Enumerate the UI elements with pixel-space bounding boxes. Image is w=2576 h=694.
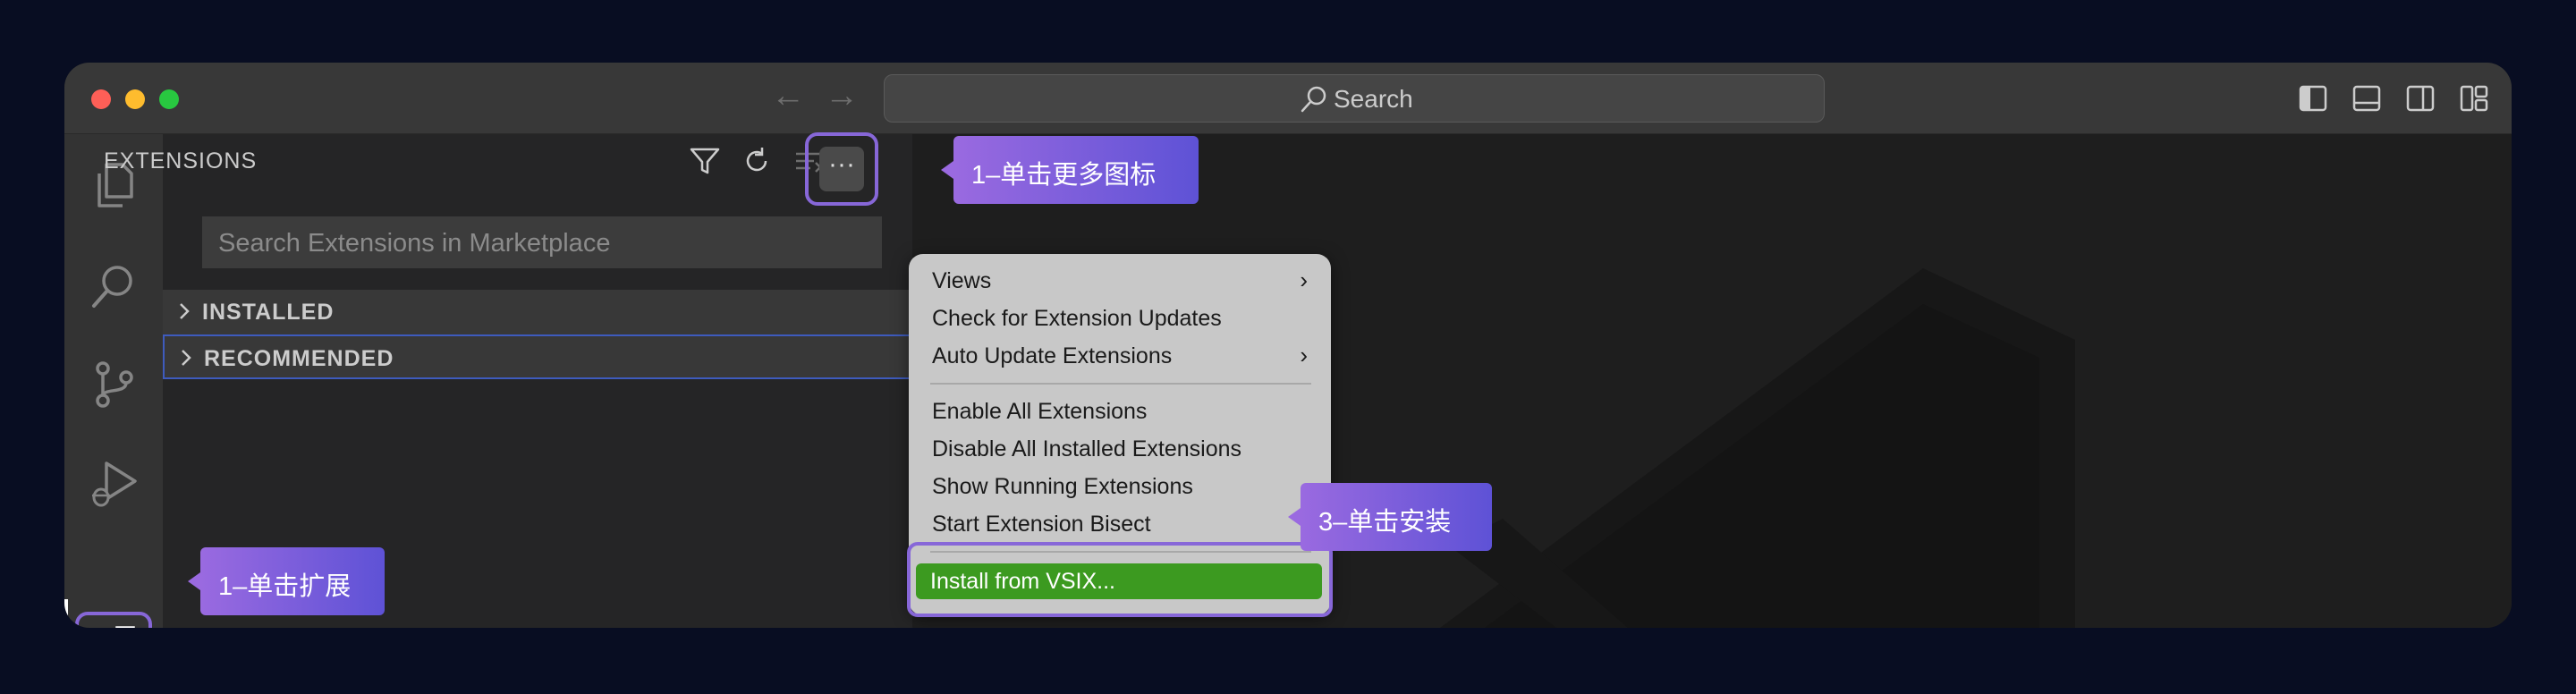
section-label: INSTALLED <box>202 300 335 325</box>
run-debug-icon[interactable] <box>87 456 140 510</box>
callout-install: 3–单击安装 <box>1288 483 1492 551</box>
command-center-search[interactable]: Search <box>884 74 1825 123</box>
submenu-chevron-icon: › <box>1300 342 1308 368</box>
filter-icon[interactable] <box>689 145 721 177</box>
menu-item-auto-update[interactable]: Auto Update Extensions <box>932 343 1172 369</box>
search-icon <box>1301 86 1326 113</box>
callout-more-actions: 1–单击更多图标 <box>941 136 1199 204</box>
search-placeholder: Search Extensions in Marketplace <box>218 229 611 258</box>
search-icon[interactable] <box>87 259 140 313</box>
chevron-right-icon <box>182 350 191 366</box>
extensions-icon[interactable] <box>87 622 140 628</box>
minimize-window-button[interactable] <box>125 89 145 109</box>
refresh-icon[interactable] <box>741 145 773 177</box>
menu-item-disable-all[interactable]: Disable All Installed Extensions <box>932 436 1241 462</box>
more-actions-highlight-box: ··· <box>805 132 878 206</box>
vscode-window: ← → Search EXTENSIONS ··· Search Extensi… <box>64 63 2512 628</box>
menu-item-views[interactable]: Views <box>932 268 991 294</box>
callout-extensions: 1–单击扩展 <box>188 547 385 615</box>
section-installed[interactable]: INSTALLED <box>163 290 912 334</box>
source-control-icon[interactable] <box>87 358 140 411</box>
maximize-window-button[interactable] <box>159 89 179 109</box>
menu-item-show-running[interactable]: Show Running Extensions <box>932 474 1193 500</box>
callout-text: 3–单击安装 <box>1318 508 1452 537</box>
activity-bar <box>64 134 163 628</box>
sidebar-title: EXTENSIONS <box>104 148 258 174</box>
callout-text: 1–单击扩展 <box>218 572 352 601</box>
chevron-right-icon <box>180 303 190 319</box>
menu-item-check-updates[interactable]: Check for Extension Updates <box>932 306 1222 332</box>
menu-item-bisect[interactable]: Start Extension Bisect <box>932 512 1151 537</box>
install-vsix-label: Install from VSIX... <box>930 569 1116 594</box>
toggle-primary-sidebar-icon[interactable] <box>2299 84 2327 113</box>
active-view-indicator <box>64 599 68 628</box>
toggle-secondary-sidebar-icon[interactable] <box>2406 84 2435 113</box>
section-label: RECOMMENDED <box>204 346 394 371</box>
section-recommended[interactable]: RECOMMENDED <box>163 334 912 379</box>
more-actions-icon[interactable]: ··· <box>819 147 864 191</box>
menu-separator <box>930 383 1311 385</box>
menu-item-install-vsix[interactable]: Install from VSIX... <box>916 563 1322 599</box>
toggle-panel-icon[interactable] <box>2352 84 2381 113</box>
back-arrow-icon[interactable]: ← <box>771 79 805 113</box>
extensions-search-input[interactable]: Search Extensions in Marketplace <box>202 216 882 268</box>
submenu-chevron-icon: › <box>1300 267 1308 293</box>
callout-text: 1–单击更多图标 <box>971 161 1157 190</box>
forward-arrow-icon[interactable]: → <box>825 79 859 113</box>
customize-layout-icon[interactable] <box>2460 84 2488 113</box>
close-window-button[interactable] <box>91 89 111 109</box>
titlebar: ← → Search <box>64 63 2512 134</box>
search-label: Search <box>1334 85 1413 113</box>
menu-item-enable-all[interactable]: Enable All Extensions <box>932 399 1147 425</box>
